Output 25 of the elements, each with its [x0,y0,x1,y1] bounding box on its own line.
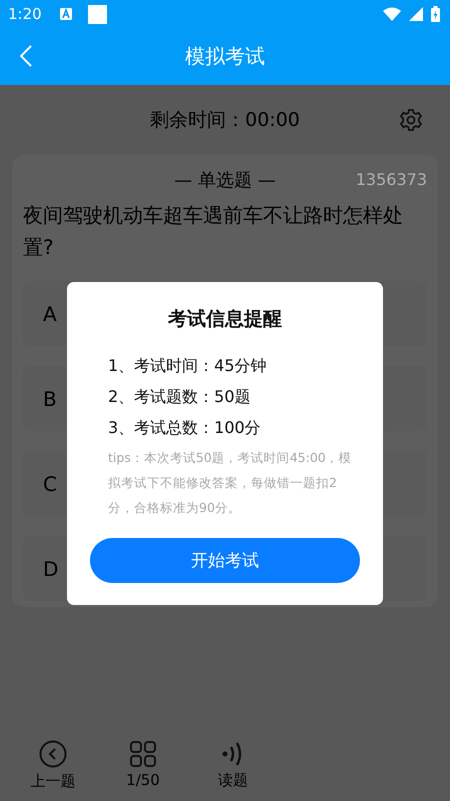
back-circle-icon [39,740,67,768]
status-time: 1:20 [8,5,42,23]
signal-icon [409,7,423,21]
dialog-title: 考试信息提醒 [168,307,282,332]
question-type: — 单选题 — [174,169,276,192]
question-id: 1356373 [356,170,427,189]
toolbar-item[interactable]: 读题 [188,729,278,801]
start-exam-button[interactable]: 开始考试 [90,538,360,583]
grid-icon [130,741,156,767]
app-notification-icon [60,8,72,20]
question-text: 夜间驾驶机动车超车遇前车不让路时怎样处置? [23,202,404,261]
exam-info-line: 1、考试时间：45分钟 [108,355,268,377]
timer-text: 剩余时间：00:00 [150,108,300,133]
battery-icon [431,6,440,22]
exam-info-line: 3、考试总数：100分 [108,417,262,439]
toolbar-item[interactable]: 1/50 [98,729,188,801]
page-title: 模拟考试 [185,43,265,70]
square-notification-icon [88,4,107,24]
toolbar-item[interactable]: 上一题 [8,729,98,801]
sound-icon [222,740,244,766]
exam-info-line: 2、考试题数：50题 [108,386,252,408]
settings-icon[interactable] [399,108,423,132]
wifi-icon [383,7,401,21]
tips-text: tips：本次考试50题，考试时间45:00，模拟考试下不能修改答案，每做错一题扣2分，合格标准为90分。 [108,449,353,517]
back-icon[interactable] [20,45,32,67]
